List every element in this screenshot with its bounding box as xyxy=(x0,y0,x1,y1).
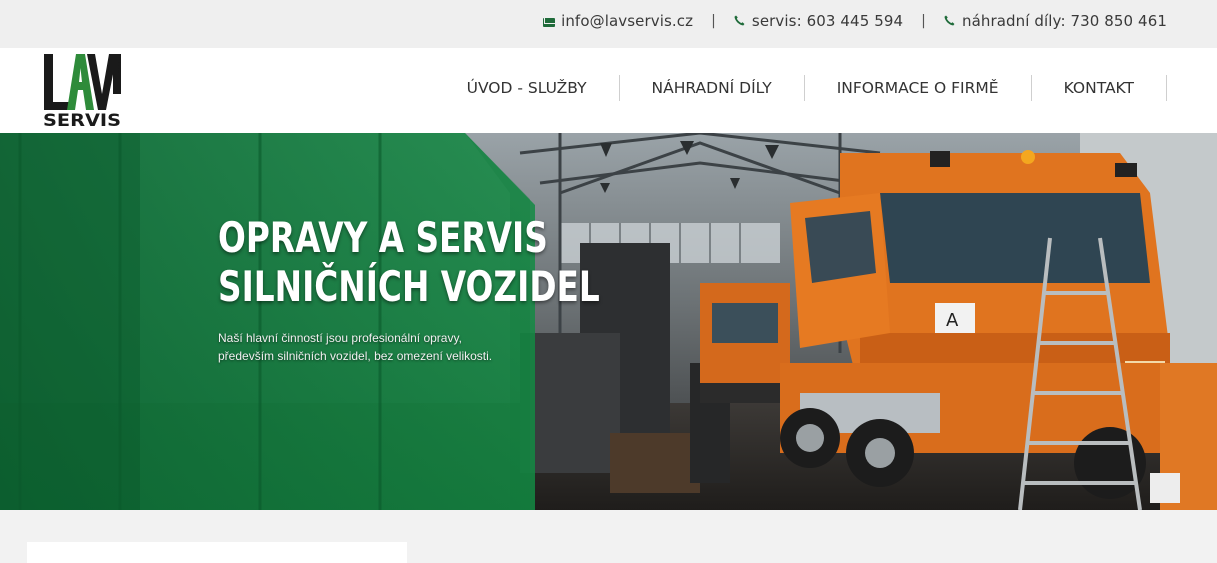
logo-graphic: s.r.o. SERVIS xyxy=(43,54,122,131)
site-header: s.r.o. SERVIS ÚVOD - SLUŽBY NÁHRADNÍ DÍL… xyxy=(0,48,1217,133)
nav-item-uvod-sluzby[interactable]: ÚVOD - SLUŽBY xyxy=(467,75,620,101)
logo-suffix: s.r.o. xyxy=(116,62,122,74)
service-phone-link[interactable]: servis: 603 445 594 xyxy=(734,12,903,30)
phone-icon xyxy=(944,15,956,27)
hero-title: OPRAVY A SERVIS SILNIČNÍCH VOZIDEL xyxy=(218,213,600,311)
hero-title-line1: OPRAVY A SERVIS xyxy=(218,213,548,262)
content-area xyxy=(0,510,1217,563)
email-link[interactable]: info@lavservis.cz xyxy=(543,12,693,30)
contact-list: info@lavservis.cz | servis: 603 445 594 … xyxy=(543,12,1167,30)
parts-phone-link[interactable]: náhradní díly: 730 850 461 xyxy=(944,12,1167,30)
workshop-photo: A xyxy=(0,133,1217,510)
main-navigation: ÚVOD - SLUŽBY NÁHRADNÍ DÍLY INFORMACE O … xyxy=(467,75,1167,101)
envelope-icon xyxy=(543,17,556,27)
hero-title-line2: SILNIČNÍCH VOZIDEL xyxy=(218,262,600,311)
hero-banner: A OPRAVY A SERVIS SILNIČNÍCH VOZIDEL Naš… xyxy=(0,133,1217,510)
svg-text:A: A xyxy=(946,310,959,331)
nav-item-informace-o-firme[interactable]: INFORMACE O FIRMĚ xyxy=(805,75,1032,101)
lav-servis-logo[interactable]: s.r.o. SERVIS xyxy=(43,54,123,131)
logo-word: SERVIS xyxy=(43,111,121,127)
phone-icon xyxy=(734,15,746,27)
separator: | xyxy=(921,13,926,29)
contact-bar: info@lavservis.cz | servis: 603 445 594 … xyxy=(0,0,1217,48)
email-text: info@lavservis.cz xyxy=(561,12,694,30)
parts-phone-text: náhradní díly: 730 850 461 xyxy=(961,12,1167,30)
nav-item-kontakt[interactable]: KONTAKT xyxy=(1032,75,1167,101)
service-phone-text: servis: 603 445 594 xyxy=(751,12,904,30)
nav-item-nahradni-dily[interactable]: NÁHRADNÍ DÍLY xyxy=(620,75,805,101)
separator: | xyxy=(711,13,716,29)
hero-description: Naší hlavní činností jsou profesionální … xyxy=(218,331,493,363)
content-card xyxy=(27,542,407,563)
